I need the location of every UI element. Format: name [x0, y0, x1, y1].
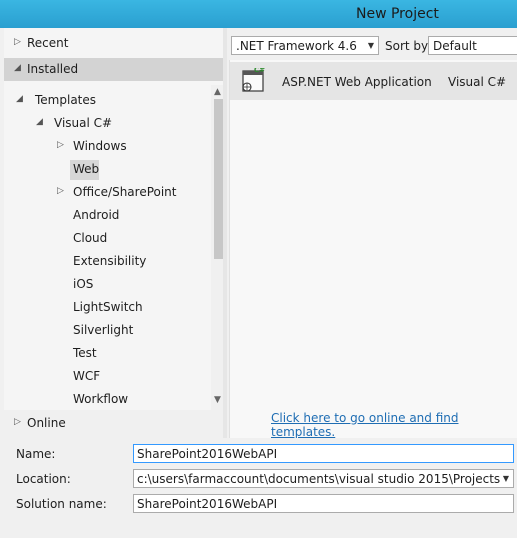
- expand-arrow-icon: ▷: [14, 417, 21, 427]
- template-toolbar: .NET Framework 4.6 ▼ Sort by: Default: [227, 28, 517, 60]
- framework-dropdown[interactable]: .NET Framework 4.6 ▼: [231, 36, 379, 55]
- tree-item-cloud[interactable]: Cloud: [73, 229, 203, 249]
- nav-online-label: Online: [27, 416, 66, 430]
- pane-separator: [223, 28, 227, 438]
- tree-item-web[interactable]: Web: [70, 160, 99, 180]
- svg-text:C#: C#: [254, 68, 265, 74]
- tree-item-label: Extensibility: [73, 254, 147, 268]
- collapse-arrow-icon: ◢: [14, 63, 21, 73]
- collapse-arrow-icon: ◢: [16, 94, 23, 104]
- window-title: New Project: [356, 6, 439, 22]
- tree-item-label: WCF: [73, 369, 101, 383]
- expand-arrow-icon: ▷: [57, 186, 64, 196]
- scroll-up-arrow-icon[interactable]: ▲: [214, 87, 221, 97]
- title-bar: New Project: [0, 0, 517, 28]
- tree-item-label: iOS: [73, 277, 94, 291]
- solution-name-value: SharePoint2016WebAPI: [137, 497, 278, 511]
- tree-item-windows[interactable]: ▷ Windows: [54, 137, 204, 157]
- nav-online[interactable]: ▷ Online: [4, 412, 223, 435]
- tree-visual-csharp[interactable]: ◢ Visual C#: [34, 114, 204, 134]
- tree-item-label: Web: [73, 162, 100, 176]
- sort-by-label: Sort by:: [385, 39, 432, 53]
- tree-templates[interactable]: ◢ Templates: [14, 91, 204, 111]
- scroll-down-arrow-icon[interactable]: ▼: [214, 395, 221, 405]
- tree-item-extensibility[interactable]: Extensibility: [73, 252, 203, 272]
- name-label: Name:: [16, 447, 56, 461]
- tree-item-label: Test: [73, 346, 97, 360]
- location-label: Location:: [16, 472, 71, 486]
- tree-item-label: Windows: [73, 139, 127, 153]
- tree-item-ios[interactable]: iOS: [73, 275, 203, 295]
- template-item-aspnet-web-application[interactable]: C# ASP.NET Web Application Visual C#: [230, 62, 517, 100]
- sort-by-value: Default: [433, 39, 477, 53]
- tree-templates-label: Templates: [35, 93, 97, 107]
- tree-item-silverlight[interactable]: Silverlight: [73, 321, 203, 341]
- expand-arrow-icon: ▷: [14, 37, 21, 47]
- nav-installed[interactable]: ◢ Installed: [4, 58, 223, 81]
- solution-name-field[interactable]: SharePoint2016WebAPI: [133, 494, 514, 513]
- tree-item-workflow[interactable]: Workflow: [73, 390, 203, 406]
- tree-item-wcf[interactable]: WCF: [73, 367, 203, 387]
- chevron-down-icon: ▼: [367, 41, 374, 50]
- nav-recent[interactable]: ▷ Recent: [4, 32, 223, 55]
- tree-item-office-sharepoint[interactable]: ▷ Office/SharePoint: [54, 183, 204, 203]
- tree-item-label: LightSwitch: [73, 300, 143, 314]
- nav-recent-label: Recent: [27, 36, 69, 50]
- solution-name-label: Solution name:: [16, 497, 107, 511]
- tree-item-label: Workflow: [73, 392, 129, 406]
- template-language: Visual C#: [448, 75, 507, 89]
- sort-by-dropdown[interactable]: Default: [428, 36, 517, 55]
- location-value: c:\users\farmaccount\documents\visual st…: [137, 472, 501, 486]
- tree-item-label: Office/SharePoint: [73, 185, 177, 199]
- aspnet-web-project-icon: C#: [242, 68, 265, 92]
- framework-value: .NET Framework 4.6: [236, 39, 357, 53]
- template-list: C# ASP.NET Web Application Visual C#: [229, 60, 517, 438]
- online-templates-link[interactable]: Click here to go online and find templat…: [271, 411, 517, 439]
- tree-item-label: Cloud: [73, 231, 108, 245]
- scrollbar-thumb[interactable]: [214, 99, 223, 259]
- template-name: ASP.NET Web Application: [282, 75, 432, 89]
- location-field[interactable]: c:\users\farmaccount\documents\visual st…: [133, 469, 514, 488]
- tree-visual-csharp-label: Visual C#: [54, 116, 113, 130]
- template-tree: ◢ Templates ◢ Visual C# ▷ Windows Web ▷ …: [4, 85, 227, 410]
- name-value: SharePoint2016WebAPI: [137, 447, 278, 461]
- tree-item-android[interactable]: Android: [73, 206, 203, 226]
- expand-arrow-icon: ▷: [57, 140, 64, 150]
- collapse-arrow-icon: ◢: [36, 117, 43, 127]
- name-field[interactable]: SharePoint2016WebAPI: [133, 444, 514, 463]
- project-form: Name: SharePoint2016WebAPI Location: c:\…: [0, 438, 517, 538]
- chevron-down-icon[interactable]: ▼: [503, 474, 509, 483]
- tree-item-label: Android: [73, 208, 120, 222]
- tree-item-label: Silverlight: [73, 323, 134, 337]
- tree-item-lightswitch[interactable]: LightSwitch: [73, 298, 203, 318]
- tree-item-test[interactable]: Test: [73, 344, 203, 364]
- nav-installed-label: Installed: [27, 62, 79, 76]
